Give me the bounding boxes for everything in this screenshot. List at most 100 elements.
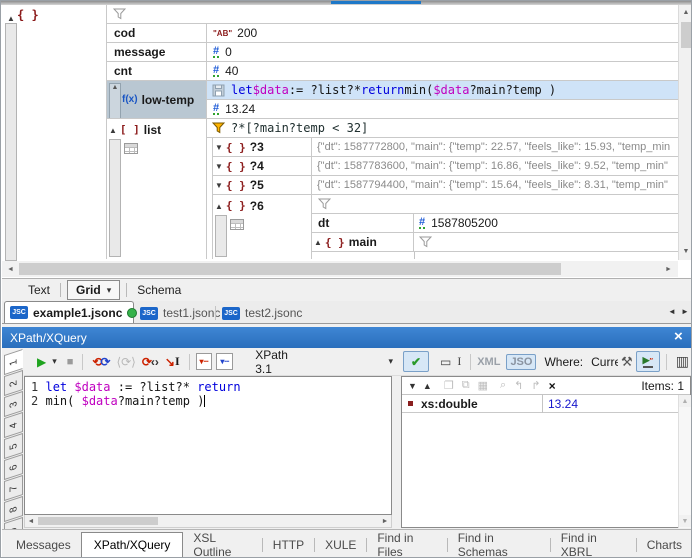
next-result-icon[interactable]: ▼ xyxy=(408,381,417,391)
row-grip[interactable] xyxy=(215,215,227,257)
root-row-grip[interactable] xyxy=(5,23,17,261)
table-view-icon[interactable] xyxy=(124,143,138,154)
tab-xsl-outline[interactable]: XSL Outline xyxy=(183,531,261,558)
grid-key-cell[interactable]: message xyxy=(106,43,207,62)
scroll-right-button[interactable]: ► xyxy=(661,261,676,277)
root-filter-row[interactable] xyxy=(106,5,679,24)
xml-mode-toggle[interactable]: XML xyxy=(477,356,500,368)
stop-button[interactable]: ■ xyxy=(64,352,77,371)
result-row[interactable]: xs:double 13.24 xyxy=(402,395,678,413)
grid-value-cell[interactable]: "AB" 200 xyxy=(207,24,679,43)
tab-charts[interactable]: Charts xyxy=(637,538,692,552)
grid-key-cell[interactable]: ▼ { } ?4 xyxy=(212,157,312,176)
tab-schema-view[interactable]: Schema xyxy=(127,283,191,297)
goto-icon[interactable]: ↘I xyxy=(162,352,183,371)
window-mode-icon[interactable]: ▭ xyxy=(437,352,454,371)
jsonc-file-icon: JSC xyxy=(222,307,240,320)
scroll-down-button[interactable]: ▼ xyxy=(679,244,692,259)
evaluate-dropdown-icon[interactable]: ▾ xyxy=(49,352,60,371)
tab-xpath-xquery-active[interactable]: XPath/XQuery xyxy=(81,532,184,557)
row-grip[interactable] xyxy=(109,139,121,257)
scroll-down-button[interactable]: ▼ xyxy=(679,515,691,527)
grid-vscrollbar[interactable]: ▲ ▼ xyxy=(678,5,692,260)
file-tab-active[interactable]: JSC example1.jsonc xyxy=(4,301,134,323)
grid-key-cell[interactable]: cnt xyxy=(106,62,207,81)
tab-text-view[interactable]: Text xyxy=(18,283,60,297)
collapse-icon[interactable]: ▲ xyxy=(314,238,322,247)
main-filter-row[interactable] xyxy=(414,233,679,252)
editor-hscrollbar[interactable]: ◄ ► xyxy=(24,515,392,528)
evaluate-button[interactable]: ▶ xyxy=(34,352,49,371)
tab-http[interactable]: HTTP xyxy=(263,538,314,552)
scroll-up-button[interactable]: ▲ xyxy=(679,5,692,20)
tab-scroll-left-icon[interactable]: ◄ xyxy=(668,307,676,316)
tab-find-in-xbrl[interactable]: Find in XBRL xyxy=(551,531,636,558)
grid-key-cell[interactable]: ▼ { } ?5 xyxy=(212,176,312,195)
grid-preview-cell[interactable]: {"dt": 1587794400, "main": {"temp": 15.6… xyxy=(312,176,679,195)
tab-grid-view[interactable]: Grid ▾ xyxy=(67,280,120,300)
tab-scroll-right-icon[interactable]: ► xyxy=(681,307,689,316)
grid-key-cell[interactable]: dt xyxy=(312,214,414,233)
file-tab[interactable]: JSC test2.jsonc xyxy=(222,304,302,322)
breakpoint-dropdown-icon[interactable]: ▾╌ xyxy=(196,353,213,370)
grid-value-cell[interactable]: # 0 xyxy=(207,43,679,62)
scroll-left-button[interactable]: ◄ xyxy=(25,515,37,527)
grid-value-cell[interactable]: # 40 xyxy=(207,62,679,81)
grid-preview-cell[interactable]: {"dt": 1587783600, "main": {"temp": 16.8… xyxy=(312,157,679,176)
grid-key-cell[interactable]: ▼ { } ?3 xyxy=(212,138,312,157)
restart-icon[interactable]: ⟳‹› xyxy=(139,352,162,371)
prev-result-icon[interactable]: ▲ xyxy=(423,381,432,391)
validate-button[interactable]: ✔ xyxy=(403,351,429,372)
table-view-icon[interactable] xyxy=(230,219,244,230)
tracepoint-dropdown-icon[interactable]: ▾╌ xyxy=(216,353,233,370)
evaluate-on-typing-button[interactable]: ▶′′ xyxy=(636,351,660,372)
grid-value-cell[interactable]: # 1587805200 xyxy=(414,214,679,233)
clear-results-icon[interactable]: × xyxy=(549,379,556,393)
grid-key-cell-list[interactable]: ▲ [ ] list xyxy=(106,119,207,259)
scroll-left-button[interactable]: ◄ xyxy=(3,261,18,277)
collapse-icon[interactable]: ▲ xyxy=(109,126,117,135)
layout-icon[interactable]: ▥ xyxy=(673,352,692,371)
grid-preview-cell[interactable]: {"dt": 1587772800, "main": {"temp": 22.5… xyxy=(312,138,679,157)
close-icon[interactable]: × xyxy=(674,328,683,345)
xpath-version-select[interactable]: XPath 3.1 xyxy=(255,348,302,376)
grid-key-cell-lowtemp[interactable]: ▲ f(x) low-temp xyxy=(106,81,207,119)
collapse-icon[interactable]: ▲ xyxy=(7,14,15,23)
tab-messages[interactable]: Messages xyxy=(6,538,81,552)
object-type-icon: { } xyxy=(226,160,246,173)
grid-key-cell[interactable]: ▲ { } main xyxy=(312,233,414,252)
tab-xule[interactable]: XULE xyxy=(315,538,366,552)
scroll-right-button[interactable]: ► xyxy=(379,515,391,527)
row-grip[interactable]: ▲ xyxy=(109,83,121,119)
tab-find-in-files[interactable]: Find in Files xyxy=(367,531,446,558)
object-type-icon: { } xyxy=(325,236,345,249)
list-filter-cell[interactable]: ?*[?main?temp < 32] xyxy=(207,119,679,138)
scroll-thumb[interactable] xyxy=(19,263,561,275)
reload-icon[interactable]: ⟲⟳ xyxy=(89,352,113,371)
results-vscrollbar[interactable]: ▲ ▼ xyxy=(678,395,691,528)
expand-icon[interactable]: ▼ xyxy=(215,162,223,171)
grid-key-cell-item6[interactable]: ▲ { } ?6 xyxy=(212,195,312,259)
formula-result-cell[interactable]: # 13.24 xyxy=(207,100,679,119)
formula-cell[interactable]: let $data := ?list?* return min( $data?m… xyxy=(207,81,679,100)
column-divider[interactable] xyxy=(542,395,543,413)
scroll-up-button[interactable]: ▲ xyxy=(679,395,691,407)
tools-icon[interactable]: ⚒ xyxy=(618,352,636,371)
version-dropdown-icon[interactable]: ▾ xyxy=(389,356,394,367)
collapse-icon[interactable]: ▲ xyxy=(112,84,119,118)
expand-icon[interactable]: ▼ xyxy=(215,143,223,152)
grid-key-cell[interactable]: cod xyxy=(106,24,207,43)
scroll-thumb[interactable] xyxy=(38,517,158,525)
tab-find-in-schemas[interactable]: Find in Schemas xyxy=(448,531,550,558)
where-scope-select[interactable]: Curre xyxy=(591,355,618,369)
text-cursor-icon[interactable]: I xyxy=(454,352,464,371)
expand-icon[interactable]: ▼ xyxy=(215,181,223,190)
collapse-icon[interactable]: ▲ xyxy=(215,202,223,211)
item6-filter-row[interactable] xyxy=(312,195,679,214)
xquery-editor[interactable]: 1 let $data := ?list?* return 2 min( $da… xyxy=(24,376,392,515)
xpath-panel-titlebar[interactable]: XPath/XQuery × xyxy=(2,327,692,348)
grid-hscrollbar[interactable]: ◄ ► xyxy=(2,261,678,277)
scroll-thumb[interactable] xyxy=(681,22,691,48)
file-tab[interactable]: JSC test1.jsonc xyxy=(140,304,220,322)
json-mode-toggle[interactable]: JSO xyxy=(506,354,536,370)
